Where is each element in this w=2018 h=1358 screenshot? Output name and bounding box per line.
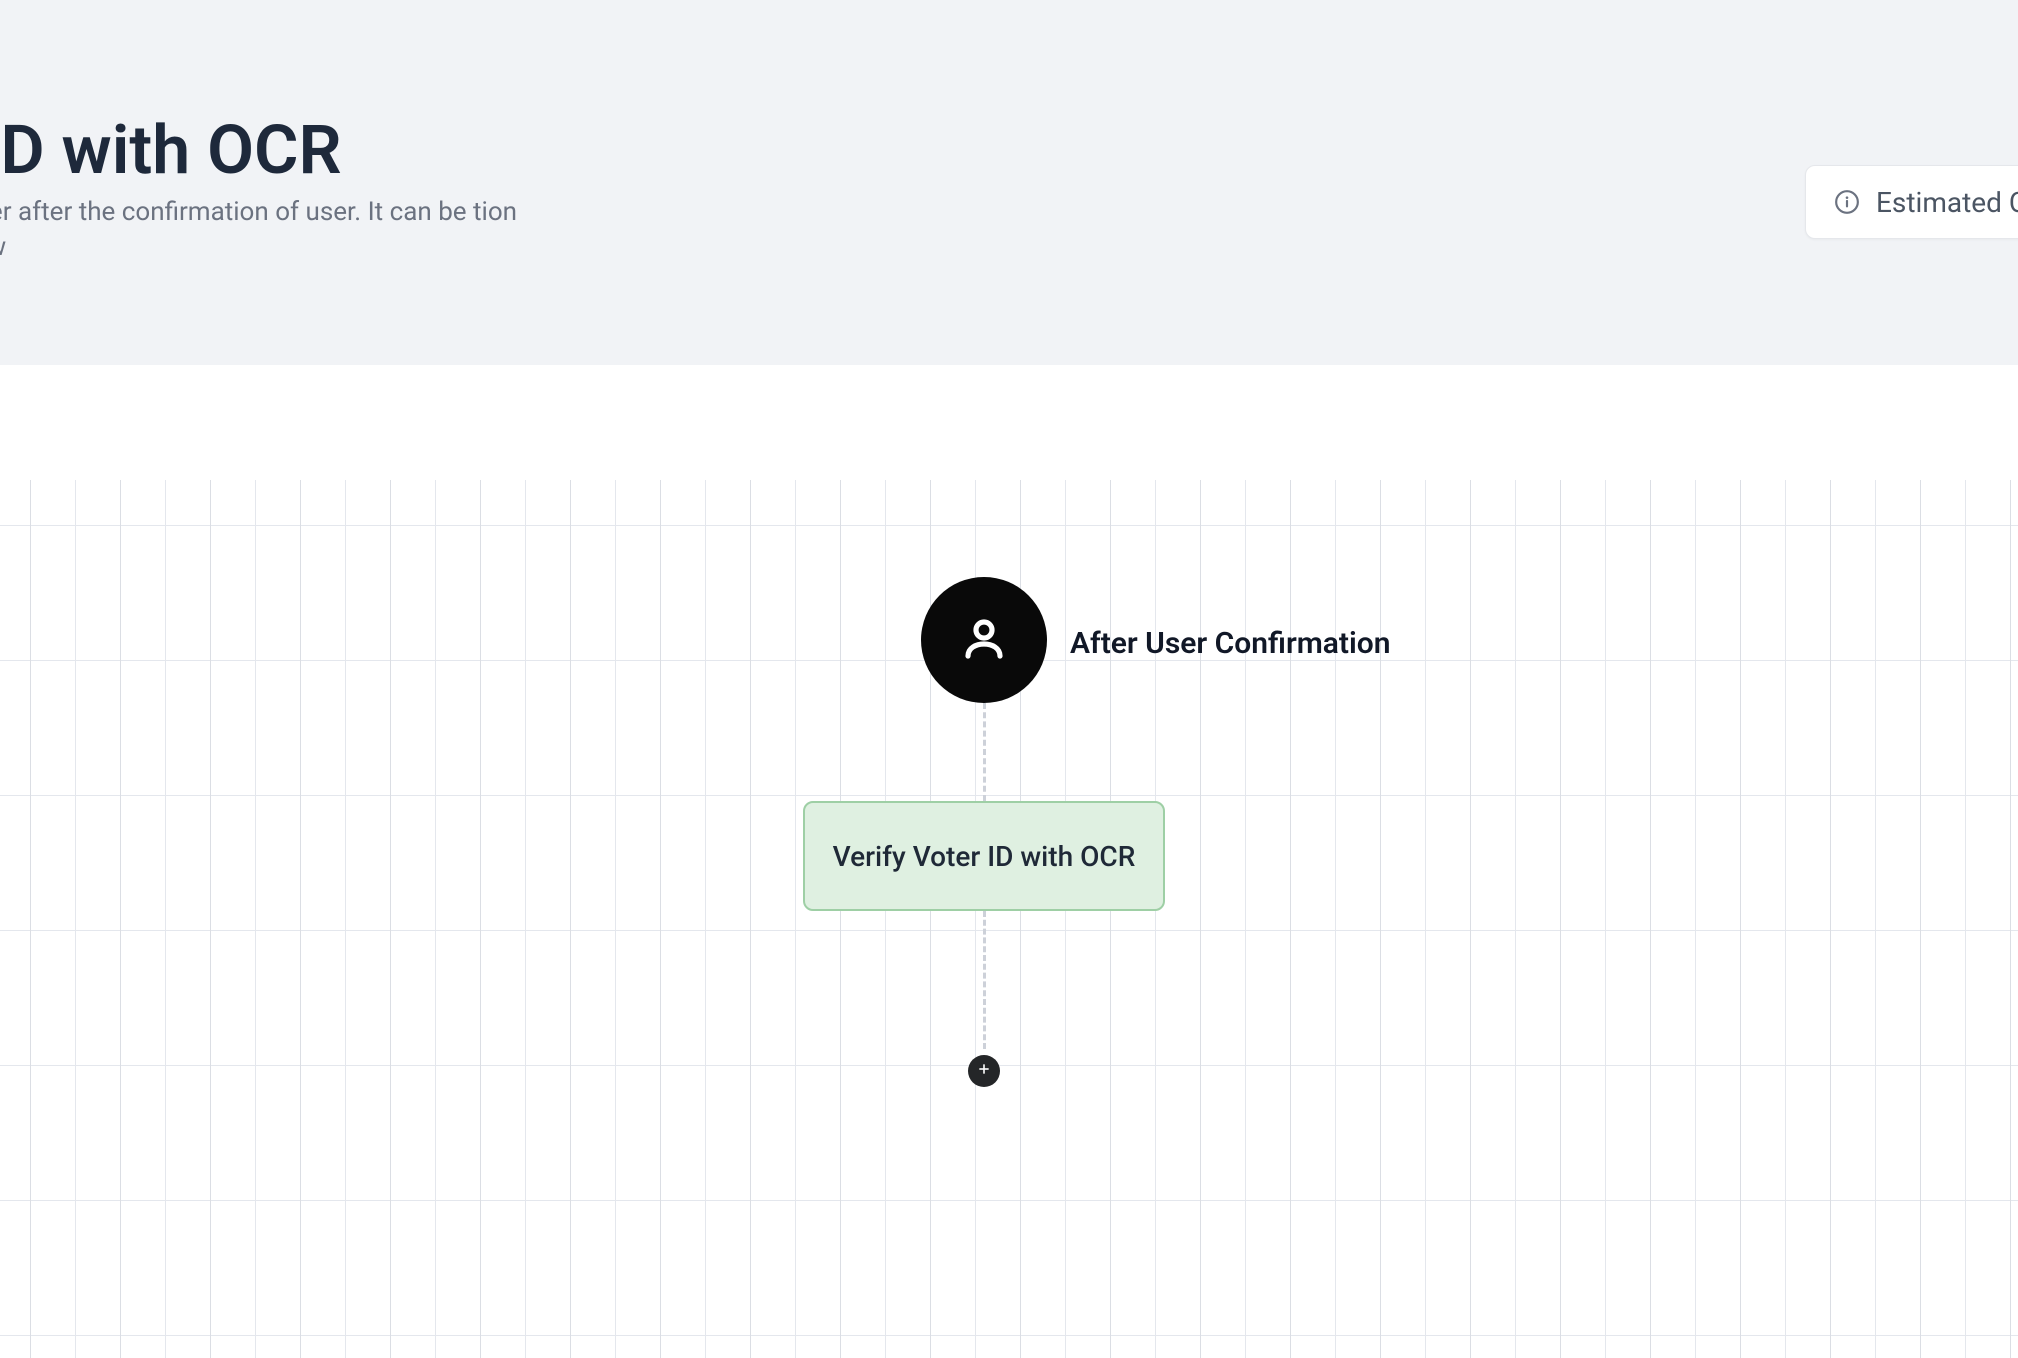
page-subtitle: le to trigger after the confirmation of … xyxy=(0,195,540,265)
step-node-verify-voter-id[interactable]: Verify Voter ID with OCR xyxy=(803,801,1165,911)
estimated-cost-label: Estimated C xyxy=(1876,186,2018,219)
add-step-button[interactable] xyxy=(968,1055,1000,1087)
trigger-label: After User Confirmation xyxy=(1070,626,1391,661)
estimated-cost-card[interactable]: Estimated C xyxy=(1805,165,2018,239)
connector xyxy=(983,911,986,1049)
workflow-canvas[interactable]: After User Confirmation Verify Voter ID … xyxy=(0,365,2018,1358)
trigger-node[interactable] xyxy=(921,577,1047,703)
user-icon xyxy=(960,614,1008,666)
page-header: ws ter ID with OCR le to trigger after t… xyxy=(0,0,2018,365)
connector xyxy=(983,703,986,801)
workflow: After User Confirmation Verify Voter ID … xyxy=(0,365,2018,1358)
step-label: Verify Voter ID with OCR xyxy=(833,840,1136,873)
page-title: ter ID with OCR xyxy=(0,110,342,190)
info-icon xyxy=(1834,189,1860,215)
plus-icon xyxy=(976,1060,992,1082)
